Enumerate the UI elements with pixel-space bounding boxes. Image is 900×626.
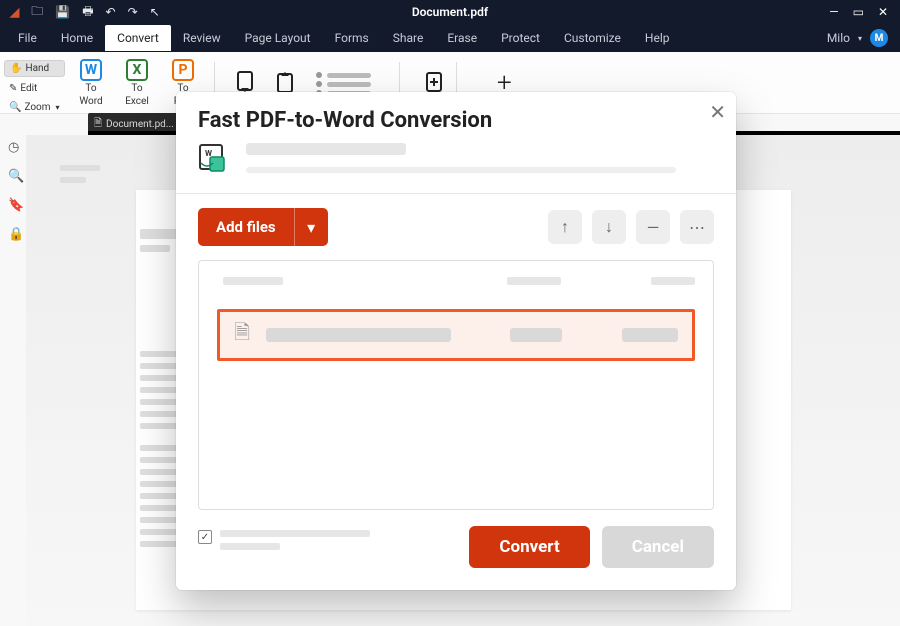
modal-footer: ✓ Convert Cancel xyxy=(176,510,736,590)
file-list-header xyxy=(217,277,695,285)
add-files-dropdown-icon[interactable]: ▾ xyxy=(294,208,328,246)
cancel-label: Cancel xyxy=(632,537,684,557)
checkbox-icon[interactable]: ✓ xyxy=(198,530,212,544)
add-files-label: Add files xyxy=(216,218,276,236)
add-files-button[interactable]: Add files ▾ xyxy=(198,208,328,246)
more-button[interactable]: ⋯ xyxy=(680,210,714,244)
move-down-button[interactable]: ↓ xyxy=(592,210,626,244)
pdf-to-word-icon: W xyxy=(198,143,232,171)
overlay: ✕ Fast PDF-to-Word Conversion W Add file… xyxy=(0,0,900,626)
move-up-button[interactable]: ↑ xyxy=(548,210,582,244)
more-icon: ⋯ xyxy=(689,218,705,237)
arrow-up-icon: ↑ xyxy=(561,217,569,237)
convert-modal: ✕ Fast PDF-to-Word Conversion W Add file… xyxy=(176,92,736,590)
modal-toolbar: Add files ▾ ↑ ↓ — ⋯ xyxy=(176,194,736,260)
modal-title: Fast PDF-to-Word Conversion xyxy=(198,108,714,133)
cancel-button[interactable]: Cancel xyxy=(602,526,714,568)
minus-icon: — xyxy=(647,218,660,237)
file-row-selected[interactable]: 🗎 xyxy=(217,309,695,361)
file-icon: 🗎 xyxy=(234,318,250,352)
footer-option[interactable]: ✓ xyxy=(198,530,370,550)
arrow-down-icon: ↓ xyxy=(605,217,613,237)
remove-button[interactable]: — xyxy=(636,210,670,244)
file-list-panel: 🗎 xyxy=(198,260,714,510)
svg-text:W: W xyxy=(205,149,212,158)
close-icon[interactable]: ✕ xyxy=(709,100,726,124)
convert-button[interactable]: Convert xyxy=(469,526,589,568)
convert-label: Convert xyxy=(499,537,559,557)
